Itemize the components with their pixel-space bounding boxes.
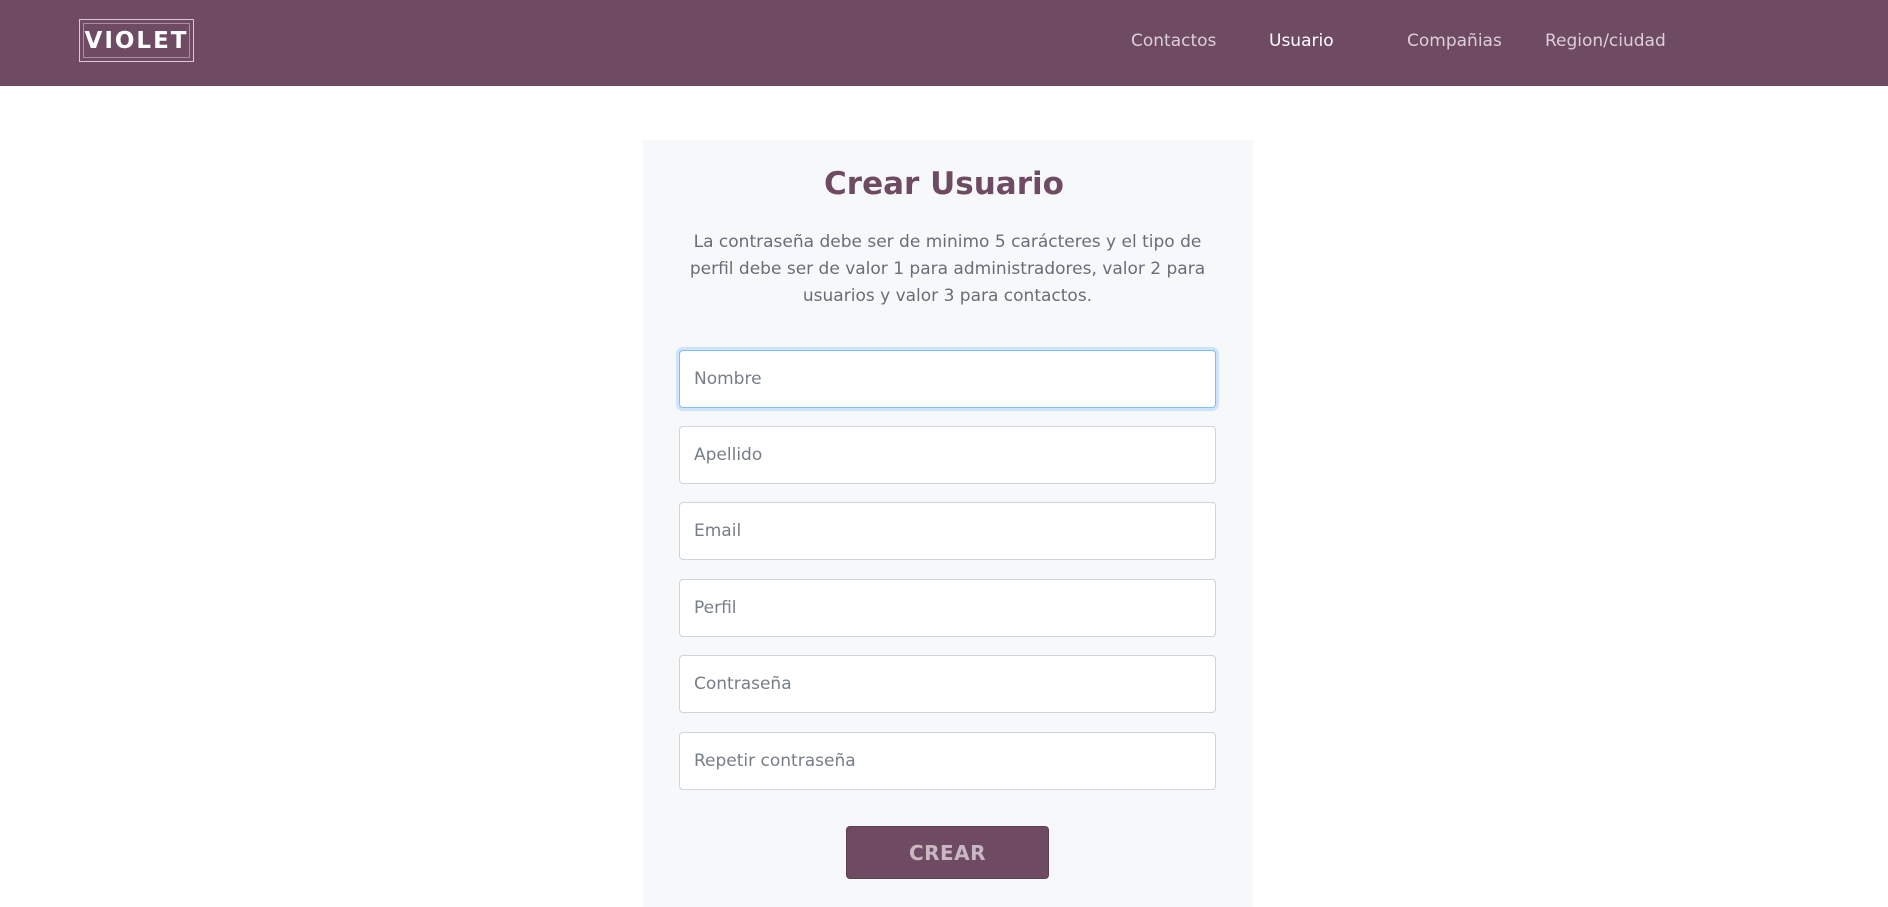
- form-description: La contraseña debe ser de minimo 5 carác…: [689, 232, 1206, 306]
- navbar: VIOLET Contactos Usuario Compañias Regio…: [0, 0, 1888, 86]
- nav-link-contactos[interactable]: Contactos: [1131, 31, 1216, 51]
- repeat-password-input[interactable]: [679, 732, 1216, 790]
- password-input[interactable]: [679, 655, 1216, 713]
- email-input[interactable]: [679, 502, 1216, 560]
- crear-button[interactable]: CREAR: [846, 826, 1049, 879]
- apellido-input[interactable]: [679, 426, 1216, 484]
- nav-link-usuario[interactable]: Usuario: [1269, 31, 1334, 51]
- perfil-input[interactable]: [679, 579, 1216, 637]
- logo-text: VIOLET: [84, 27, 189, 54]
- nav-link-region-ciudad[interactable]: Region/ciudad: [1545, 31, 1666, 51]
- page-title: Crear Usuario: [824, 166, 1064, 202]
- nav-link-companias[interactable]: Compañias: [1407, 31, 1502, 51]
- nombre-input[interactable]: [679, 350, 1216, 408]
- brand-logo[interactable]: VIOLET: [79, 19, 194, 62]
